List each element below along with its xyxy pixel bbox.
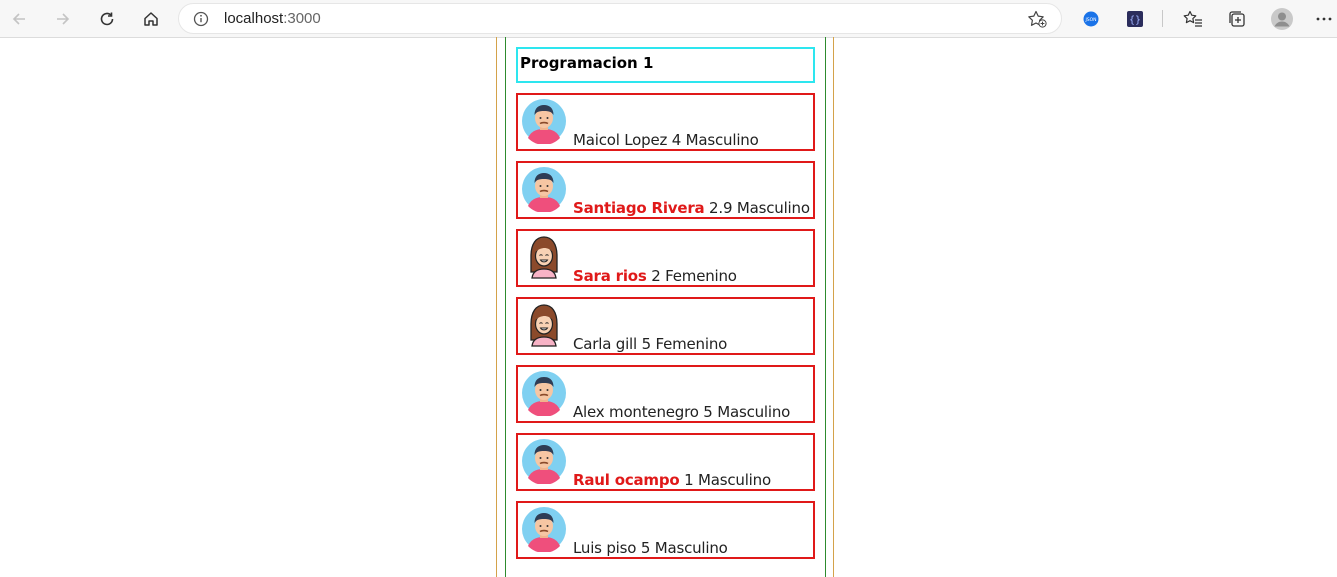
- url-host: localhost: [224, 10, 284, 27]
- male-avatar-icon: [521, 438, 567, 485]
- code-extension-button[interactable]: {}: [1120, 4, 1150, 34]
- refresh-icon: [100, 12, 114, 26]
- more-icon: [1316, 17, 1332, 21]
- collections-icon: [1229, 11, 1245, 27]
- toolbar-separator: [1162, 10, 1163, 27]
- student-name: Santiago Rivera: [573, 199, 705, 217]
- url-port: :3000: [283, 10, 321, 27]
- braces-extension-icon: {}: [1127, 11, 1143, 27]
- svg-text:JSON: JSON: [1084, 17, 1096, 23]
- browser-toolbar: localhost:3000 JSON {}: [0, 0, 1337, 38]
- refresh-button[interactable]: [92, 4, 122, 34]
- student-name: Raul ocampo: [573, 471, 680, 489]
- student-grade: 1: [684, 471, 694, 489]
- profile-button[interactable]: [1267, 4, 1297, 34]
- student-name: Sara rios: [573, 267, 647, 285]
- favorites-button[interactable]: [1178, 4, 1208, 34]
- course-title-box: Programacion 1: [516, 47, 815, 83]
- student-name: Luis piso: [573, 539, 637, 557]
- student-gender: Femenino: [665, 267, 737, 285]
- student-info: Alex montenegro 5 Masculino: [573, 403, 790, 421]
- url-text: localhost:3000: [224, 10, 321, 27]
- student-card: Maicol Lopez 4 Masculino: [516, 93, 815, 151]
- male-avatar-icon: [521, 98, 567, 145]
- student-gender: Masculino: [685, 131, 759, 149]
- male-avatar-icon: [521, 166, 567, 213]
- student-grade: 5: [641, 335, 652, 353]
- back-button[interactable]: [4, 4, 34, 34]
- student-info: Santiago Rivera 2.9 Masculino: [573, 199, 810, 217]
- json-extension-button[interactable]: JSON: [1076, 4, 1106, 34]
- student-name: Carla gill: [573, 335, 637, 353]
- home-button[interactable]: [136, 4, 166, 34]
- address-bar[interactable]: localhost:3000: [178, 3, 1062, 34]
- student-grade: 5: [703, 403, 713, 421]
- student-gender: Masculino: [736, 199, 810, 217]
- info-icon[interactable]: [193, 11, 209, 31]
- student-info: Maicol Lopez 4 Masculino: [573, 131, 759, 149]
- student-card: Carla gill 5 Femenino: [516, 297, 815, 355]
- student-grade: 5: [640, 539, 651, 557]
- student-grade: 4: [671, 131, 682, 149]
- arrow-right-icon: [57, 13, 70, 25]
- student-name: Maicol Lopez: [573, 131, 668, 149]
- student-gender: Masculino: [717, 403, 791, 421]
- student-card: Raul ocampo 1 Masculino: [516, 433, 815, 491]
- json-extension-icon: JSON: [1083, 11, 1099, 27]
- forward-button[interactable]: [48, 4, 78, 34]
- student-info: Sara rios 2 Femenino: [573, 267, 737, 285]
- student-gender: Masculino: [654, 539, 728, 557]
- student-info: Raul ocampo 1 Masculino: [573, 471, 771, 489]
- student-card: Alex montenegro 5 Masculino: [516, 365, 815, 423]
- home-icon: [144, 12, 158, 26]
- more-menu-button[interactable]: [1312, 4, 1336, 34]
- student-card: Santiago Rivera 2.9 Masculino: [516, 161, 815, 219]
- student-card: Luis piso 5 Masculino: [516, 501, 815, 559]
- svg-text:{}: {}: [1129, 15, 1141, 26]
- female-avatar-icon: [521, 302, 567, 348]
- male-avatar-icon: [521, 506, 567, 553]
- female-avatar-icon: [521, 234, 567, 280]
- student-info: Luis piso 5 Masculino: [573, 539, 728, 557]
- student-gender: Masculino: [698, 471, 771, 489]
- male-avatar-icon: [521, 370, 567, 417]
- course-title: Programacion 1: [520, 54, 654, 72]
- profile-avatar-icon: [1271, 8, 1293, 30]
- student-grade: 2: [651, 267, 661, 285]
- student-name: Alex montenegro: [573, 403, 699, 421]
- collections-button[interactable]: [1222, 4, 1252, 34]
- student-gender: Femenino: [655, 335, 728, 353]
- student-grade: 2.9: [709, 199, 733, 217]
- student-info: Carla gill 5 Femenino: [573, 335, 727, 353]
- student-card: Sara rios 2 Femenino: [516, 229, 815, 287]
- arrow-left-icon: [12, 13, 25, 25]
- favorites-list-icon: [1183, 10, 1202, 27]
- add-favorite-icon[interactable]: [1027, 10, 1047, 32]
